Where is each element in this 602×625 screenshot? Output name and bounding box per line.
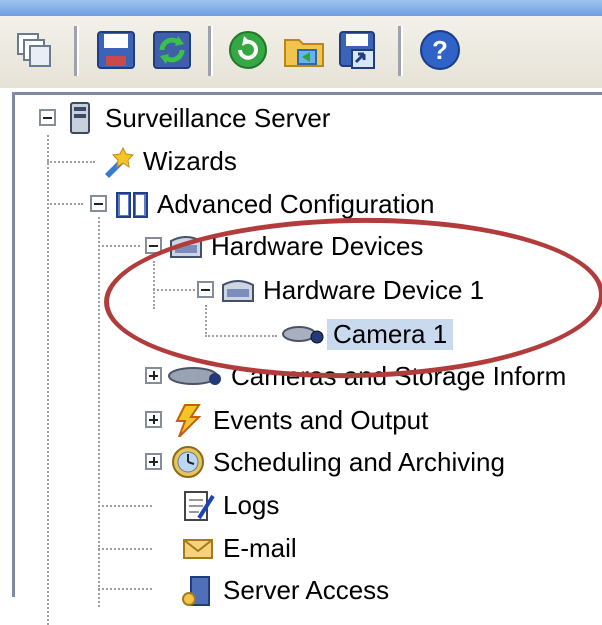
- tree-item-server-access[interactable]: Server Access: [181, 569, 389, 611]
- collapse-toggle[interactable]: [90, 195, 107, 212]
- envelope-icon: [183, 539, 213, 559]
- tile-windows-icon[interactable]: [12, 28, 56, 72]
- tree-item-label: Cameras and Storage Inform: [231, 360, 567, 391]
- hardware-device-icon: [222, 280, 254, 302]
- tree-item-cameras-and-storage[interactable]: Cameras and Storage Inform: [167, 355, 566, 397]
- collapse-toggle[interactable]: [197, 281, 214, 298]
- wizard-icon: [105, 146, 135, 178]
- tree-item-camera-1[interactable]: Camera 1: [281, 313, 454, 355]
- svg-text:?: ?: [432, 35, 448, 65]
- book-icon: [116, 192, 148, 218]
- toolbar-separator: [398, 26, 403, 76]
- help-icon[interactable]: ?: [418, 28, 462, 72]
- tree-item-label: Wizards: [143, 145, 237, 176]
- tree-item-label: E-mail: [223, 532, 297, 563]
- hardware-device-icon: [170, 236, 202, 258]
- collapse-toggle[interactable]: [39, 109, 56, 126]
- save-as-icon[interactable]: [336, 28, 380, 72]
- expand-toggle[interactable]: [145, 453, 162, 470]
- expand-toggle[interactable]: [145, 367, 162, 384]
- tree-item-label: Server Access: [223, 574, 390, 605]
- tree-item-hardware-device-1[interactable]: Hardware Device 1: [221, 269, 484, 311]
- camera-icon: [168, 367, 221, 385]
- restart-icon[interactable]: [226, 28, 270, 72]
- folder-open-icon[interactable]: [282, 28, 326, 72]
- tree-item-label: Hardware Devices: [211, 230, 424, 261]
- clock-icon: [172, 446, 204, 478]
- tree-item-surveillance-server[interactable]: Surveillance Server: [63, 97, 330, 139]
- tree-item-label: Scheduling and Archiving: [213, 446, 505, 477]
- server-icon: [70, 102, 90, 134]
- tree-item-advanced-configuration[interactable]: Advanced Configuration: [115, 183, 435, 225]
- tree-item-hardware-devices[interactable]: Hardware Devices: [169, 225, 423, 267]
- tree-item-events-and-output[interactable]: Events and Output: [171, 399, 428, 441]
- refresh-apply-icon[interactable]: [150, 28, 194, 72]
- lightning-icon: [175, 404, 202, 437]
- toolbar-separator: [208, 26, 213, 76]
- save-icon[interactable]: [94, 28, 138, 72]
- tree-item-scheduling-and-archiving[interactable]: Scheduling and Archiving: [171, 441, 505, 483]
- camera-icon: [282, 326, 324, 344]
- tree-item-label: Camera 1: [327, 318, 454, 350]
- tree-item-label: Advanced Configuration: [157, 188, 435, 219]
- tree-item-label: Hardware Device 1: [263, 274, 485, 305]
- tree-item-wizards[interactable]: Wizards: [101, 140, 237, 182]
- tree-item-email[interactable]: E-mail: [181, 527, 297, 569]
- window-title-strip: [0, 0, 602, 16]
- tree-item-label: Logs: [223, 489, 280, 520]
- tree-item-logs[interactable]: Logs: [181, 484, 279, 526]
- configuration-tree: Surveillance Server Wizards Advanced Con…: [12, 92, 602, 625]
- collapse-toggle[interactable]: [145, 237, 162, 254]
- toolbar-separator: [74, 26, 79, 76]
- toolbar: ?: [0, 16, 602, 88]
- expand-toggle[interactable]: [145, 411, 162, 428]
- server-access-icon: [182, 576, 210, 606]
- notepad-icon: [184, 491, 215, 521]
- tree-item-label: Events and Output: [213, 404, 429, 435]
- tree-item-label: Surveillance Server: [105, 102, 331, 133]
